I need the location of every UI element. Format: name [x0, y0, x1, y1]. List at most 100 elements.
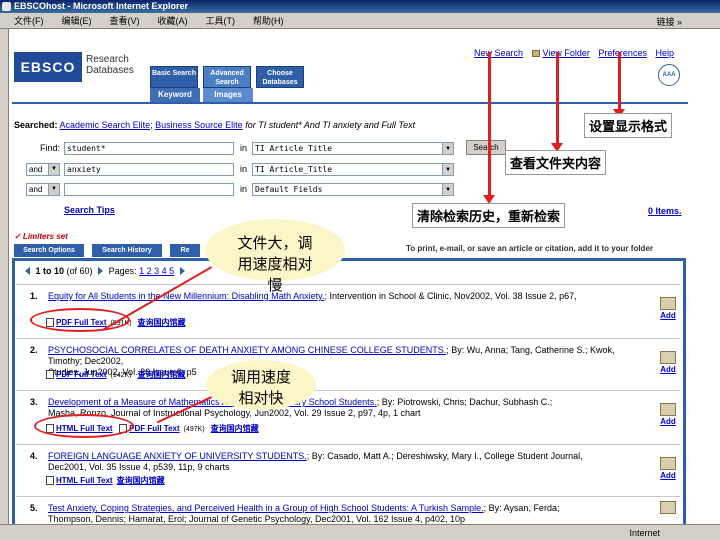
library-holdings-link[interactable]: 查询国内馆藏 [138, 370, 186, 379]
subtab-keyword[interactable]: Keyword [150, 88, 200, 102]
field-select-3[interactable]: Default Fields ▼ [252, 183, 454, 196]
library-holdings-link[interactable]: 查询国内馆藏 [211, 424, 259, 433]
arrow-to-preferences [613, 52, 625, 118]
result-title[interactable]: Development of a Measure of Mathematics … [48, 397, 377, 407]
add-to-folder-button[interactable]: Add [656, 351, 680, 375]
menu-bar: 文件(F) 编辑(E) 查看(V) 收藏(A) 工具(T) 帮助(H) 链接 » [0, 13, 720, 29]
result-body: FOREIGN LANGUAGE ANXIETY OF UNIVERSITY S… [48, 451, 628, 473]
tab-advanced-search[interactable]: Advanced Search [203, 66, 251, 88]
add-label: Add [660, 365, 676, 374]
tab-choose-databases[interactable]: Choose Databases [256, 66, 304, 88]
chevron-down-icon: ▼ [48, 164, 59, 175]
arrow-to-folder [551, 52, 563, 152]
result-title[interactable]: Equity for All Students in the New Mille… [48, 291, 324, 301]
pdf-full-text-link[interactable]: PDF Full Text [129, 424, 180, 433]
add-label: Add [660, 471, 676, 480]
links-toolbar[interactable]: 链接 » [656, 15, 682, 28]
pages-label: Pages: [108, 266, 137, 276]
search-button[interactable]: Search [466, 140, 506, 155]
searched-separator: ; [150, 120, 153, 130]
result-title[interactable]: Test Anxiety, Coping Strategies, and Per… [48, 503, 484, 513]
new-search-link[interactable]: New Search [474, 48, 523, 58]
add-to-folder-button[interactable]: Add [656, 457, 680, 481]
result-title[interactable]: PSYCHOSOCIAL CORRELATES OF DEATH ANXIETY… [48, 345, 446, 355]
result-number: 5. [30, 503, 38, 513]
view-folder-link[interactable]: View Folder [543, 48, 590, 58]
db-business-source-elite[interactable]: Business Source Elite [155, 120, 243, 130]
search-term-3[interactable] [64, 183, 234, 196]
library-holdings-link[interactable]: 查询国内馆藏 [117, 476, 165, 485]
add-label: Add [660, 417, 676, 426]
tab-results[interactable]: Re [170, 244, 200, 257]
highlight-pdf-full-text [30, 308, 130, 332]
menu-tools[interactable]: 工具(T) [206, 14, 236, 27]
in-label-2: in [240, 164, 248, 174]
add-to-folder-button[interactable] [656, 501, 680, 514]
preferences-link[interactable]: Preferences [598, 48, 647, 58]
folder-icon [660, 457, 676, 470]
in-label-3: in [240, 184, 248, 194]
next-pages-icon[interactable] [179, 267, 185, 275]
prev-page-icon[interactable] [25, 267, 30, 275]
ebsco-logo[interactable]: EBSCO [14, 52, 82, 82]
page-links[interactable]: 1 2 3 4 5 [139, 266, 174, 276]
search-term-1[interactable]: student* [64, 142, 234, 155]
bool-select-3[interactable]: and ▼ [26, 183, 60, 196]
pager-total: (of 60) [66, 266, 93, 276]
pdf-full-text-link[interactable]: PDF Full Text [56, 370, 107, 379]
chevron-down-icon: ▼ [442, 184, 453, 195]
result-number: 1. [30, 291, 38, 301]
menu-view[interactable]: 查看(V) [110, 14, 140, 27]
result-title[interactable]: FOREIGN LANGUAGE ANXIETY OF UNIVERSITY S… [48, 451, 307, 461]
result-row: 5. Test Anxiety, Coping Strategies, and … [16, 496, 680, 524]
window-title: EBSCOhost - Microsoft Internet Explorer [14, 1, 189, 11]
note-preferences: 设置显示格式 [584, 113, 673, 138]
subtab-images[interactable]: Images [203, 88, 253, 102]
result-number: 4. [30, 451, 38, 461]
bool-select-2-value: and [29, 165, 43, 174]
html-full-text-link[interactable]: HTML Full Text [56, 476, 113, 485]
html-icon [46, 476, 54, 485]
menu-edit[interactable]: 编辑(E) [62, 14, 92, 27]
folder-icon [531, 50, 540, 57]
result-number: 3. [30, 397, 38, 407]
result-body: Development of a Measure of Mathematics … [48, 397, 628, 419]
help-link[interactable]: Help [655, 48, 674, 58]
library-holdings-link[interactable]: 查询国内馆藏 [138, 318, 186, 327]
result-meta-2: Dec2001, Vol. 35 Issue 4, p539, 11p, 9 c… [48, 462, 230, 472]
search-tips-link[interactable]: Search Tips [64, 205, 115, 215]
result-meta: ; By: Aysan, Ferda; [483, 503, 560, 513]
window-titlebar: EBSCOhost - Microsoft Internet Explorer [0, 0, 720, 13]
field-select-1[interactable]: TI Article Title ▼ [252, 142, 454, 155]
next-page-icon[interactable] [98, 267, 104, 275]
result-meta: ; By: Piotrowski, Chris; Dachur, Subhash… [376, 397, 553, 407]
folder-icon [660, 351, 676, 364]
add-to-folder-button[interactable]: Add [656, 403, 680, 427]
chevron-down-icon: ▼ [48, 184, 59, 195]
print-note: To print, e-mail, or save an article or … [406, 244, 654, 253]
result-links: HTML Full Text 查询国内馆藏 [46, 475, 165, 486]
result-row: 2. PSYCHOSOCIAL CORRELATES OF DEATH ANXI… [16, 338, 680, 390]
bool-select-2[interactable]: and ▼ [26, 163, 60, 176]
folder-items-link[interactable]: 0 Items. [648, 206, 682, 216]
menu-help[interactable]: 帮助(H) [253, 14, 284, 27]
result-links: PDF Full Text (142K) 查询国内馆藏 [46, 369, 186, 381]
tab-search-options[interactable]: Search Options [14, 244, 84, 257]
tab-basic-search[interactable]: Basic Search [150, 66, 198, 88]
field-select-2[interactable]: TI Article_Title ▼ [252, 163, 454, 176]
status-zone: Internet [629, 528, 660, 538]
note-view-folder: 查看文件夹内容 [505, 150, 607, 175]
menu-favorites[interactable]: 收藏(A) [158, 14, 188, 27]
header-rule [12, 102, 688, 104]
db-academic-search-elite[interactable]: Academic Search Elite [60, 120, 151, 130]
add-to-folder-button[interactable]: Add [656, 297, 680, 321]
result-meta: ; By: Casado, Matt A.; Dereshiwsky, Mary… [306, 451, 583, 461]
tab-search-history[interactable]: Search History [92, 244, 162, 257]
pager-range: 1 to 10 [35, 266, 65, 276]
folder-icon [660, 297, 676, 310]
highlight-html-full-text [34, 414, 134, 438]
field-select-1-value: TI Article Title [255, 144, 333, 153]
search-term-2[interactable]: anxiety [64, 163, 234, 176]
menu-file[interactable]: 文件(F) [14, 14, 44, 27]
result-body: Equity for All Students in the New Mille… [48, 291, 628, 302]
